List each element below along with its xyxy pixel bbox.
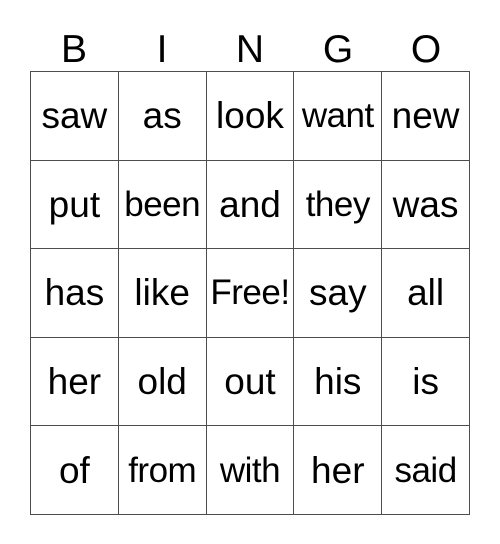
- bingo-grid: saw as look want new put been and they w…: [30, 71, 470, 515]
- bingo-cell-label: her: [311, 449, 365, 491]
- bingo-card: B I N G O saw as look want new put been …: [0, 0, 500, 544]
- bingo-header-letter-b: B: [30, 18, 118, 71]
- bingo-cell[interactable]: look: [206, 72, 295, 161]
- bingo-header-letter-g: G: [294, 18, 382, 71]
- bingo-cell[interactable]: from: [118, 426, 207, 515]
- bingo-row: put been and they was: [31, 160, 470, 250]
- bingo-cell-label: said: [394, 450, 457, 490]
- header-letter-text: N: [235, 28, 265, 71]
- bingo-cell-label: look: [216, 95, 284, 137]
- bingo-cell[interactable]: old: [118, 337, 207, 427]
- bingo-cell-label: his: [314, 361, 362, 403]
- bingo-row: her old out his is: [31, 337, 470, 427]
- bingo-cell[interactable]: all: [382, 249, 470, 338]
- bingo-cell-label: like: [134, 272, 190, 314]
- bingo-cell[interactable]: her: [294, 426, 383, 515]
- bingo-cell-label: is: [412, 361, 439, 403]
- bingo-cell[interactable]: of: [31, 426, 119, 515]
- bingo-cell-label: saw: [41, 95, 108, 137]
- bingo-row: saw as look want new: [31, 72, 470, 161]
- bingo-cell-label: want: [301, 96, 374, 136]
- bingo-cell-label: all: [407, 272, 445, 314]
- header-letter-text: G: [322, 28, 354, 71]
- bingo-cell[interactable]: was: [382, 160, 470, 250]
- bingo-header-letter-n: N: [206, 18, 294, 71]
- bingo-row: of from with her said: [31, 426, 470, 515]
- bingo-cell[interactable]: and: [206, 160, 295, 250]
- bingo-cell[interactable]: say: [294, 249, 383, 338]
- bingo-cell-label: put: [48, 183, 101, 225]
- bingo-cell-label: been: [124, 184, 201, 224]
- bingo-cell-label: out: [224, 361, 276, 403]
- bingo-cell[interactable]: has: [31, 249, 119, 338]
- bingo-cell[interactable]: is: [382, 337, 470, 427]
- bingo-free-space-cell[interactable]: Free!: [206, 249, 295, 338]
- bingo-cell-label: from: [128, 450, 197, 490]
- bingo-cell-label: of: [58, 449, 90, 491]
- bingo-cell[interactable]: put: [31, 160, 119, 250]
- bingo-cell-label: they: [305, 184, 371, 224]
- bingo-cell[interactable]: want: [294, 72, 383, 161]
- bingo-cell[interactable]: her: [31, 337, 119, 427]
- bingo-cell[interactable]: new: [382, 72, 470, 161]
- bingo-cell[interactable]: with: [206, 426, 295, 515]
- bingo-cell-label: new: [391, 95, 460, 137]
- bingo-cell-label: has: [44, 272, 105, 314]
- bingo-cell[interactable]: his: [294, 337, 383, 427]
- bingo-cell[interactable]: like: [118, 249, 207, 338]
- bingo-cell[interactable]: they: [294, 160, 383, 250]
- bingo-cell-label: say: [309, 272, 367, 314]
- bingo-cell[interactable]: said: [382, 426, 470, 515]
- bingo-header-row: B I N G O: [30, 18, 470, 71]
- bingo-cell[interactable]: saw: [31, 72, 119, 161]
- bingo-header-letter-o: O: [382, 18, 470, 71]
- bingo-cell-label: with: [219, 450, 281, 490]
- bingo-cell-label: her: [47, 361, 102, 403]
- bingo-cell[interactable]: been: [118, 160, 207, 250]
- header-letter-text: B: [60, 28, 87, 71]
- bingo-cell-label: and: [219, 183, 281, 225]
- bingo-cell-label: as: [142, 95, 182, 137]
- bingo-cell-label: was: [392, 183, 459, 225]
- header-letter-text: I: [156, 28, 168, 71]
- bingo-header-letter-i: I: [118, 18, 206, 71]
- header-letter-text: O: [410, 28, 442, 71]
- bingo-row: has like Free! say all: [31, 249, 470, 338]
- bingo-cell-label: old: [137, 361, 187, 403]
- bingo-cell[interactable]: out: [206, 337, 295, 427]
- bingo-free-space-label: Free!: [210, 273, 290, 313]
- bingo-cell[interactable]: as: [118, 72, 207, 161]
